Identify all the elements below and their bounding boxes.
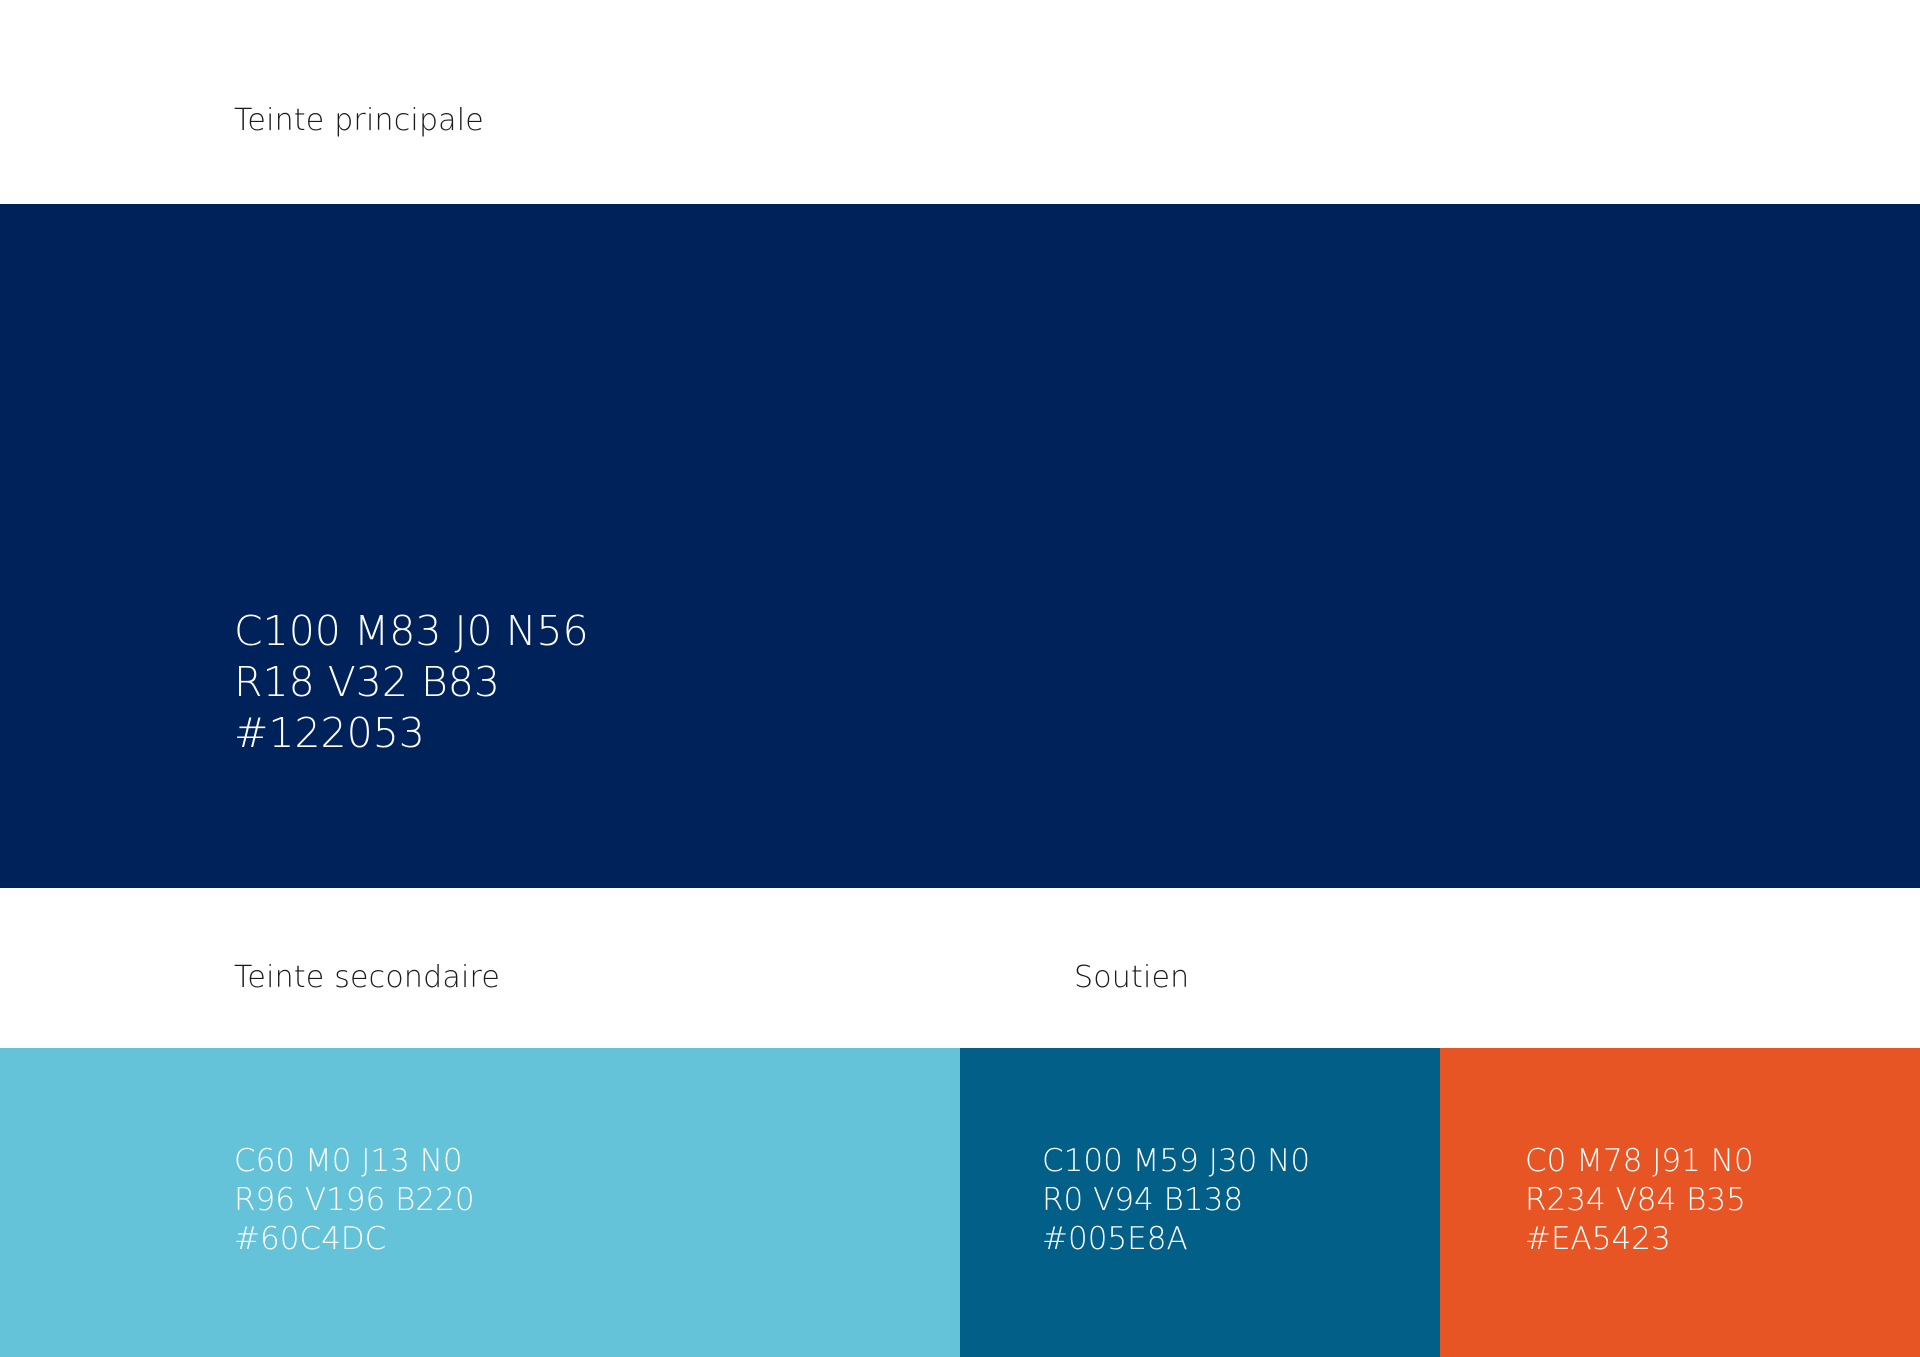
color-palette-page: Teinte principale C100 M83 J0 N56 R18 V3… <box>0 0 1920 1357</box>
support-dark-blue-rgb: R0 V94 B138 <box>1042 1182 1244 1218</box>
primary-tint-label: Teinte principale <box>234 103 484 138</box>
support-orange-cmyk: C0 M78 J91 N0 <box>1525 1143 1754 1179</box>
support-dark-blue-hex: #005E8A <box>1042 1221 1188 1257</box>
primary-color-codes: C100 M83 J0 N56 R18 V32 B83 #122053 <box>234 606 589 759</box>
support-orange-rgb: R234 V84 B35 <box>1525 1182 1746 1218</box>
primary-rgb: R18 V32 B83 <box>234 658 500 706</box>
primary-cmyk: C100 M83 J0 N56 <box>234 607 589 655</box>
support-label: Soutien <box>1074 960 1190 995</box>
secondary-hex: #60C4DC <box>234 1221 387 1257</box>
support-dark-blue-codes: C100 M59 J30 N0 R0 V94 B138 #005E8A <box>1042 1142 1310 1259</box>
secondary-rgb: R96 V196 B220 <box>234 1182 475 1218</box>
secondary-tint-label: Teinte secondaire <box>234 960 501 995</box>
support-orange-codes: C0 M78 J91 N0 R234 V84 B35 #EA5423 <box>1525 1142 1754 1259</box>
secondary-color-swatch <box>0 1048 960 1357</box>
secondary-cmyk: C60 M0 J13 N0 <box>234 1143 463 1179</box>
primary-hex: #122053 <box>234 709 425 757</box>
secondary-color-codes: C60 M0 J13 N0 R96 V196 B220 #60C4DC <box>234 1142 475 1259</box>
support-orange-hex: #EA5423 <box>1525 1221 1671 1257</box>
primary-color-swatch <box>0 204 1920 888</box>
support-dark-blue-cmyk: C100 M59 J30 N0 <box>1042 1143 1311 1179</box>
